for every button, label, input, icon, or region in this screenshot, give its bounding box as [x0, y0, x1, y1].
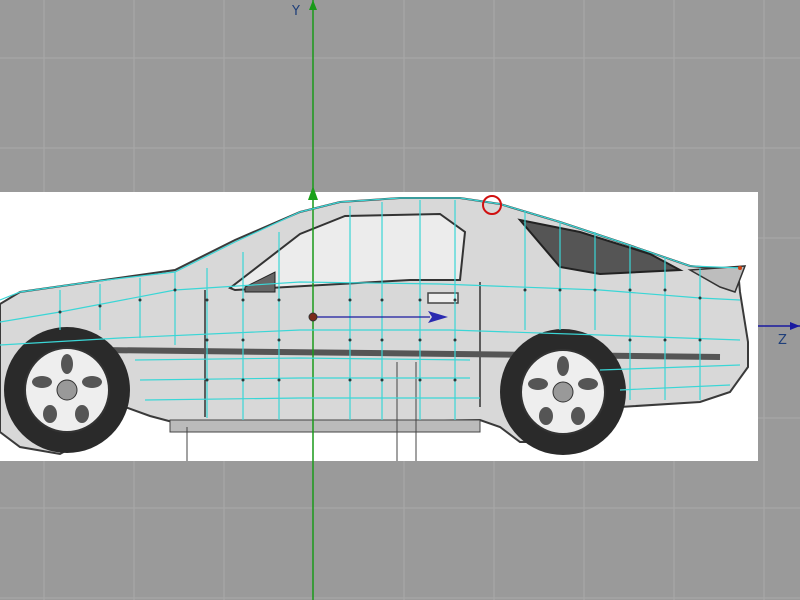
gizmo-z-arrow-icon: [428, 311, 448, 323]
y-axis-label: Y: [292, 4, 300, 19]
y-axis-arrow-icon: [309, 0, 317, 10]
gizmo-y-arrow-icon: [308, 186, 318, 200]
wireframe-overlay: [0, 0, 800, 600]
circle-selection-icon: [482, 195, 502, 215]
pivot-point-icon: [308, 312, 318, 322]
viewport-3d[interactable]: Y Z: [0, 0, 800, 600]
z-axis-label: Z: [778, 333, 787, 348]
z-axis-arrow-icon: [790, 322, 800, 330]
move-gizmo: [308, 186, 448, 323]
mesh-wireframe: [0, 197, 743, 420]
